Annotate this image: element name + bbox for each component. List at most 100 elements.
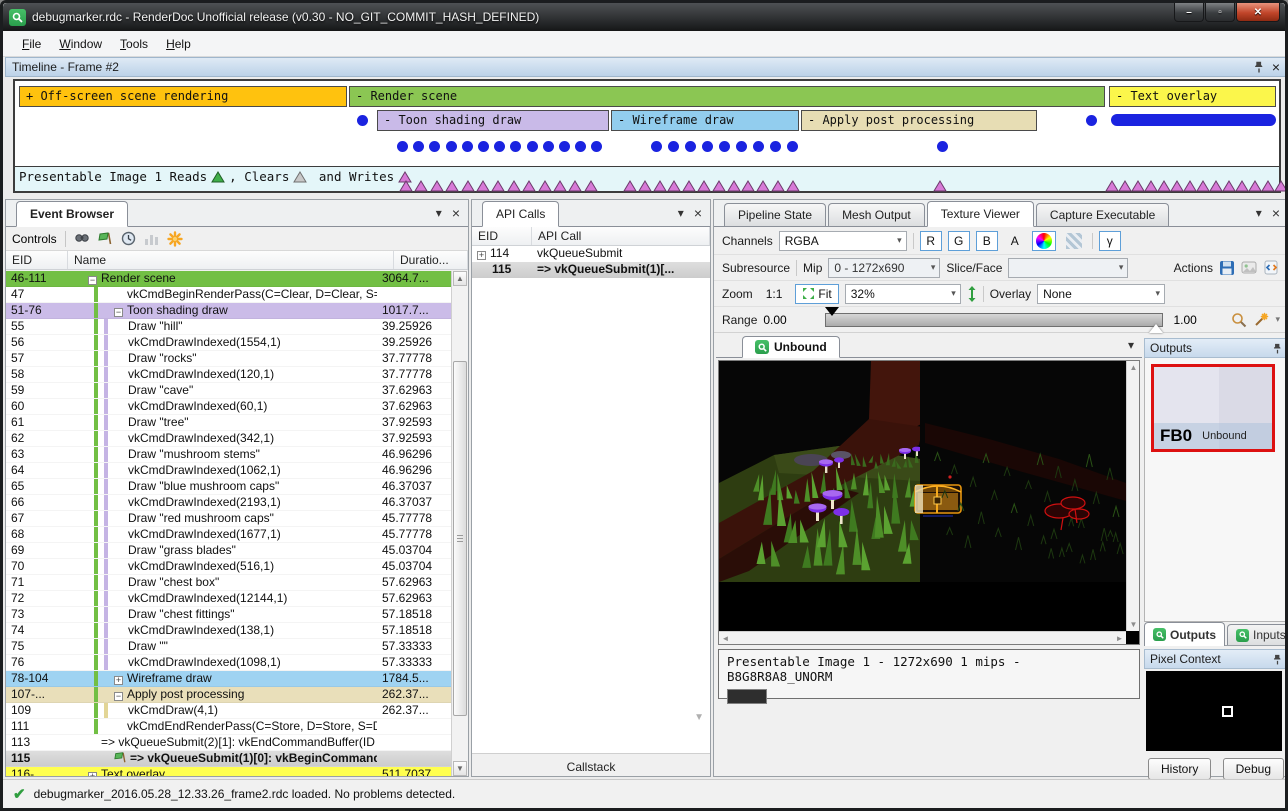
zoom-level-combo[interactable]: 32%▾ bbox=[845, 284, 961, 304]
channel-blue-button[interactable]: B bbox=[976, 231, 998, 251]
history-button[interactable]: History bbox=[1148, 758, 1211, 780]
event-row[interactable]: 70vkCmdDrawIndexed(516,1)45.03704 bbox=[6, 559, 451, 575]
zoom-1to1-button[interactable]: 1:1 bbox=[759, 284, 790, 304]
write-usage-triangle[interactable] bbox=[522, 180, 536, 192]
event-row[interactable]: 66vkCmdDrawIndexed(2193,1)46.37037 bbox=[6, 495, 451, 511]
bookmark-flag-icon[interactable] bbox=[98, 231, 113, 246]
event-row[interactable]: 72vkCmdDrawIndexed(12144,1)57.62963 bbox=[6, 591, 451, 607]
timeline-draw-dot[interactable] bbox=[651, 141, 662, 152]
event-row[interactable]: 71Draw "chest box"57.62963 bbox=[6, 575, 451, 591]
time-durations-icon[interactable] bbox=[121, 231, 136, 246]
timeline-marker-bar[interactable]: - Text overlay bbox=[1109, 86, 1276, 107]
settings-star-icon[interactable] bbox=[167, 231, 183, 247]
find-icon[interactable] bbox=[74, 232, 90, 246]
event-row[interactable]: 69Draw "grass blades"45.03704 bbox=[6, 543, 451, 559]
timeline-draw-dot[interactable] bbox=[397, 141, 408, 152]
event-row[interactable]: 73Draw "chest fittings"57.18518 bbox=[6, 607, 451, 623]
overlay-combo[interactable]: None▾ bbox=[1037, 284, 1165, 304]
channels-combo[interactable]: RGBA▾ bbox=[779, 231, 907, 251]
fb0-thumbnail[interactable]: FB0 Unbound bbox=[1151, 364, 1275, 452]
timeline-draw-pill[interactable] bbox=[1111, 114, 1276, 126]
write-usage-triangle[interactable] bbox=[491, 180, 505, 192]
event-row[interactable]: 62vkCmdDrawIndexed(342,1)37.92593 bbox=[6, 431, 451, 447]
tab-pipeline-state[interactable]: Pipeline State bbox=[724, 203, 826, 226]
timeline-draw-dot[interactable] bbox=[446, 141, 457, 152]
timeline-marker-bar[interactable]: - Apply post processing bbox=[801, 110, 1037, 131]
close-button[interactable]: ✕ bbox=[1236, 3, 1280, 22]
timeline-draw-dot[interactable] bbox=[736, 141, 747, 152]
scroll-right-icon[interactable]: ► bbox=[1113, 632, 1126, 645]
timeline-draw-dot[interactable] bbox=[668, 141, 679, 152]
api-calls-column-header[interactable]: EID API Call bbox=[472, 227, 710, 246]
event-row[interactable]: 109vkCmdDraw(4,1)262.37... bbox=[6, 703, 451, 719]
scroll-left-icon[interactable]: ◄ bbox=[719, 632, 732, 645]
texture-viewport[interactable]: ▲ ▼ ◄ ► bbox=[718, 360, 1140, 645]
timeline-draw-dot[interactable] bbox=[770, 141, 781, 152]
timeline-canvas[interactable]: Presentable Image 1 Reads , Clears and W… bbox=[13, 79, 1281, 193]
close-icon[interactable]: × bbox=[1272, 61, 1280, 73]
timeline-marker-bar[interactable]: + Off-screen scene rendering bbox=[19, 86, 347, 107]
write-usage-triangle[interactable] bbox=[461, 180, 475, 192]
event-row[interactable]: 116-...+Text overlay511.7037 bbox=[6, 767, 451, 776]
dock-close-icon[interactable]: × bbox=[452, 207, 460, 219]
menu-tools[interactable]: Tools bbox=[111, 34, 157, 54]
gamma-button[interactable]: γ bbox=[1099, 231, 1121, 251]
timeline-draw-dot[interactable] bbox=[559, 141, 570, 152]
pin-icon[interactable] bbox=[1273, 343, 1282, 354]
event-row[interactable]: 55Draw "hill"39.25926 bbox=[6, 319, 451, 335]
timeline-draw-dot[interactable] bbox=[575, 141, 586, 152]
save-icon[interactable] bbox=[1219, 260, 1235, 276]
menu-window[interactable]: Window bbox=[50, 34, 111, 54]
event-row[interactable]: 74vkCmdDrawIndexed(138,1)57.18518 bbox=[6, 623, 451, 639]
write-usage-triangle[interactable] bbox=[933, 180, 947, 192]
write-usage-triangle[interactable] bbox=[667, 180, 681, 192]
write-usage-triangle[interactable] bbox=[638, 180, 652, 192]
timeline-draw-dot[interactable] bbox=[462, 141, 473, 152]
write-usage-triangle[interactable] bbox=[697, 180, 711, 192]
scroll-up-icon[interactable]: ▲ bbox=[453, 271, 467, 286]
tab-outputs[interactable]: Outputs bbox=[1144, 622, 1225, 646]
timeline-draw-dot[interactable] bbox=[787, 141, 798, 152]
slice-face-combo[interactable]: ▾ bbox=[1008, 258, 1128, 278]
write-usage-triangle[interactable] bbox=[771, 180, 785, 192]
tab-texture-viewer[interactable]: Texture Viewer bbox=[927, 201, 1034, 227]
texture-tab-menu-icon[interactable]: ▾ bbox=[1128, 338, 1134, 352]
range-min-value[interactable]: 0.00 bbox=[763, 313, 815, 327]
write-usage-triangle[interactable] bbox=[1170, 180, 1184, 192]
tree-expander-icon[interactable]: − bbox=[114, 692, 123, 701]
channel-green-button[interactable]: G bbox=[948, 231, 970, 251]
minimize-button[interactable]: – bbox=[1174, 3, 1204, 22]
channel-red-button[interactable]: R bbox=[920, 231, 942, 251]
write-usage-triangle[interactable] bbox=[756, 180, 770, 192]
tab-unbound-texture[interactable]: Unbound bbox=[742, 336, 840, 358]
zoom-range-icon[interactable] bbox=[1231, 312, 1247, 328]
timeline-draw-dot[interactable] bbox=[510, 141, 521, 152]
api-call-row[interactable]: +114vkQueueSubmit bbox=[472, 246, 710, 262]
event-row[interactable]: 78-104+Wireframe draw1784.5... bbox=[6, 671, 451, 687]
event-row[interactable]: 59Draw "cave"37.62963 bbox=[6, 383, 451, 399]
write-usage-triangle[interactable] bbox=[786, 180, 800, 192]
event-row[interactable]: 60vkCmdDrawIndexed(60,1)37.62963 bbox=[6, 399, 451, 415]
color-wheel-icon[interactable] bbox=[1032, 231, 1056, 251]
tab-mesh-output[interactable]: Mesh Output bbox=[828, 203, 925, 226]
timeline-draw-dot[interactable] bbox=[357, 115, 368, 126]
menu-file[interactable]: File bbox=[13, 34, 50, 54]
write-usage-triangle[interactable] bbox=[553, 180, 567, 192]
zoom-fit-button[interactable]: Fit bbox=[795, 284, 838, 304]
event-row[interactable]: 111vkCmdEndRenderPass(C=Store, D=Store, … bbox=[6, 719, 451, 735]
event-row[interactable]: 64vkCmdDrawIndexed(1062,1)46.96296 bbox=[6, 463, 451, 479]
write-usage-triangle[interactable] bbox=[712, 180, 726, 192]
write-usage-triangle[interactable] bbox=[653, 180, 667, 192]
tree-expander-icon[interactable]: + bbox=[88, 772, 97, 776]
write-usage-triangle[interactable] bbox=[1131, 180, 1145, 192]
timeline-draw-dot[interactable] bbox=[937, 141, 948, 152]
write-usage-triangle[interactable] bbox=[682, 180, 696, 192]
event-row[interactable]: 57Draw "rocks"37.77778 bbox=[6, 351, 451, 367]
write-usage-triangle[interactable] bbox=[1261, 180, 1275, 192]
timeline-marker-bar[interactable]: - Toon shading draw bbox=[377, 110, 609, 131]
write-usage-triangle[interactable] bbox=[1144, 180, 1158, 192]
write-usage-triangle[interactable] bbox=[507, 180, 521, 192]
event-row[interactable]: 63Draw "mushroom stems"46.96296 bbox=[6, 447, 451, 463]
write-usage-triangle[interactable] bbox=[1235, 180, 1249, 192]
write-usage-triangle[interactable] bbox=[1222, 180, 1236, 192]
